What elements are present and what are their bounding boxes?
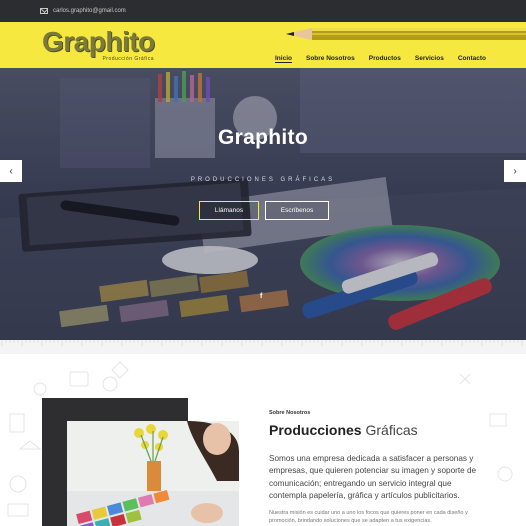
about-photo [67, 421, 239, 526]
hero-slider: Graphito PRODUCCIONES GRÁFICAS Llámanos … [0, 68, 526, 340]
about-title-light: Gráficas [365, 422, 418, 438]
nav-item-servicios[interactable]: Servicios [415, 55, 444, 63]
write-button[interactable]: Escríbenos [265, 201, 329, 220]
brand-tagline: Producción Gráfica [102, 56, 154, 62]
brand-name: Graphito [42, 26, 155, 57]
facebook-icon[interactable]: f [260, 293, 262, 300]
brand-logo[interactable]: Graphito Producción Gráfica [42, 28, 158, 64]
about-title: Producciones Gráficas [269, 422, 418, 438]
chevron-left-icon: ‹ [9, 165, 13, 177]
top-bar: carlos.graphito@gmail.com [0, 0, 526, 22]
hero-background-image [0, 68, 526, 340]
about-title-bold: Producciones [269, 422, 362, 438]
main-nav: Inicio Sobre Nosotros Productos Servicio… [275, 55, 486, 63]
chevron-right-icon: › [513, 165, 517, 177]
hero-subtitle: PRODUCCIONES GRÁFICAS [190, 177, 336, 183]
ruler-divider [0, 340, 526, 354]
about-kicker: Sobre Nosotros [269, 410, 311, 416]
mail-icon [40, 8, 48, 14]
hero-title: Graphito [218, 126, 308, 149]
about-section: Sobre Nosotros Producciones Gráficas Som… [0, 354, 526, 526]
pencil-graphic [286, 28, 526, 40]
about-mission: Nuestra misión es cuidar uno a uno los f… [269, 510, 468, 525]
about-description: Somos una empresa dedicada a satisfacer … [269, 454, 477, 501]
nav-item-productos[interactable]: Productos [369, 55, 401, 63]
call-button[interactable]: Llámanos [199, 201, 259, 220]
nav-item-contacto[interactable]: Contacto [458, 55, 486, 63]
contact-email[interactable]: carlos.graphito@gmail.com [53, 8, 126, 14]
slider-prev-button[interactable]: ‹ [0, 160, 22, 182]
nav-item-inicio[interactable]: Inicio [275, 55, 292, 63]
slider-next-button[interactable]: › [504, 160, 526, 182]
nav-item-sobre-nosotros[interactable]: Sobre Nosotros [306, 55, 355, 63]
